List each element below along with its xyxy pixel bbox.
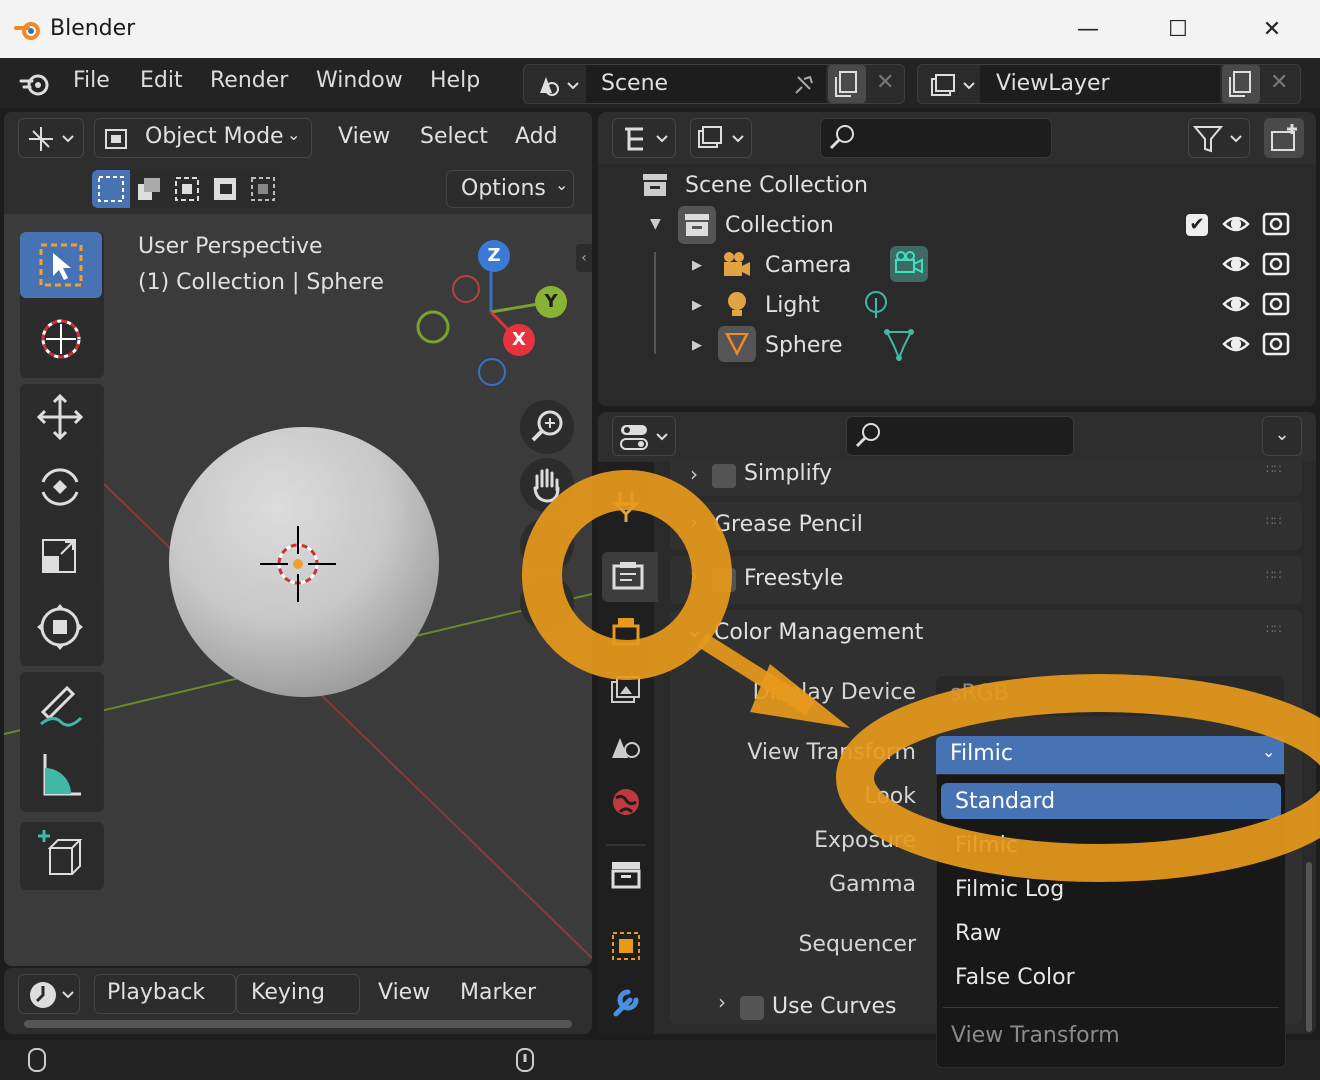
annotation-overlay [522,470,1320,882]
annotation-ellipse-dropdown [836,674,1320,882]
annotation-circle-render-tab [522,470,732,680]
